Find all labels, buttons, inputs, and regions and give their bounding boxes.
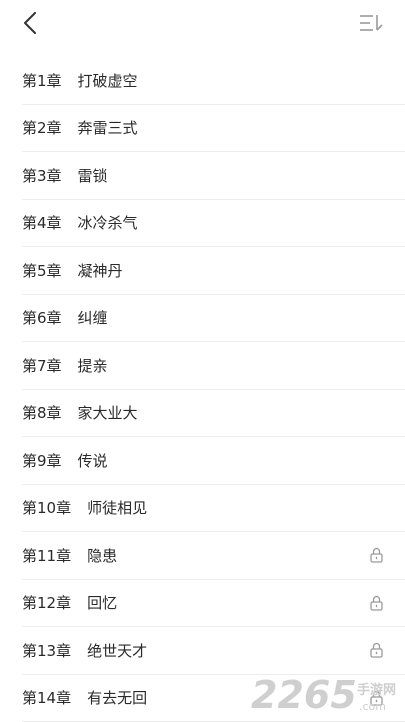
chapter-title: 奔雷三式 [78,117,138,138]
chapter-number: 第11章 [22,545,71,566]
chapter-number: 第6章 [22,307,62,328]
chapter-row[interactable]: 第4章冰冷杀气 [22,200,405,248]
sort-button[interactable] [355,8,387,38]
chapter-number: 第13章 [22,640,71,661]
chapter-row[interactable]: 第12章回忆 [22,580,405,628]
chapter-row[interactable]: 第3章雷锁 [22,152,405,200]
chapter-title: 家大业大 [78,402,138,423]
chapter-number: 第4章 [22,212,62,233]
chapter-number: 第12章 [22,592,71,613]
lock-icon [369,547,383,563]
sort-order-icon [359,14,383,32]
chapter-number: 第10章 [22,497,71,518]
chapter-row[interactable]: 第7章提亲 [22,342,405,390]
chapter-row[interactable]: 第10章师徒相见 [22,485,405,533]
top-bar [0,0,405,48]
lock-icon [369,595,383,611]
chapter-row[interactable]: 第2章奔雷三式 [22,105,405,153]
lock-icon [369,690,383,706]
chapter-number: 第5章 [22,260,62,281]
chapter-title: 隐患 [87,545,117,566]
chapter-title: 传说 [78,450,108,471]
chapter-title: 回忆 [87,592,117,613]
chevron-left-icon [23,12,37,34]
chapter-row[interactable]: 第11章隐患 [22,532,405,580]
chapter-list: 第1章打破虚空第2章奔雷三式第3章雷锁第4章冰冷杀气第5章凝神丹第6章纠缠第7章… [22,57,405,722]
chapter-title: 有去无回 [87,687,147,708]
chapter-number: 第14章 [22,687,71,708]
chapter-title: 纠缠 [78,307,108,328]
chapter-row[interactable]: 第8章家大业大 [22,390,405,438]
chapter-title: 提亲 [78,355,108,376]
chapter-title: 打破虚空 [78,70,138,91]
chapter-row[interactable]: 第9章传说 [22,437,405,485]
chapter-row[interactable]: 第1章打破虚空 [22,57,405,105]
chapter-number: 第7章 [22,355,62,376]
chapter-number: 第1章 [22,70,62,91]
chapter-title: 绝世天才 [87,640,147,661]
chapter-row[interactable]: 第14章有去无回 [22,675,405,722]
lock-icon [369,642,383,658]
chapter-number: 第2章 [22,117,62,138]
chapter-number: 第9章 [22,450,62,471]
chapter-number: 第3章 [22,165,62,186]
chapter-title: 师徒相见 [87,497,147,518]
chapter-row[interactable]: 第13章绝世天才 [22,627,405,675]
chapter-row[interactable]: 第6章纠缠 [22,295,405,343]
back-button[interactable] [14,6,46,40]
chapter-row[interactable]: 第5章凝神丹 [22,247,405,295]
chapter-number: 第8章 [22,402,62,423]
chapter-title: 雷锁 [78,165,108,186]
chapter-title: 凝神丹 [78,260,123,281]
chapter-title: 冰冷杀气 [78,212,138,233]
